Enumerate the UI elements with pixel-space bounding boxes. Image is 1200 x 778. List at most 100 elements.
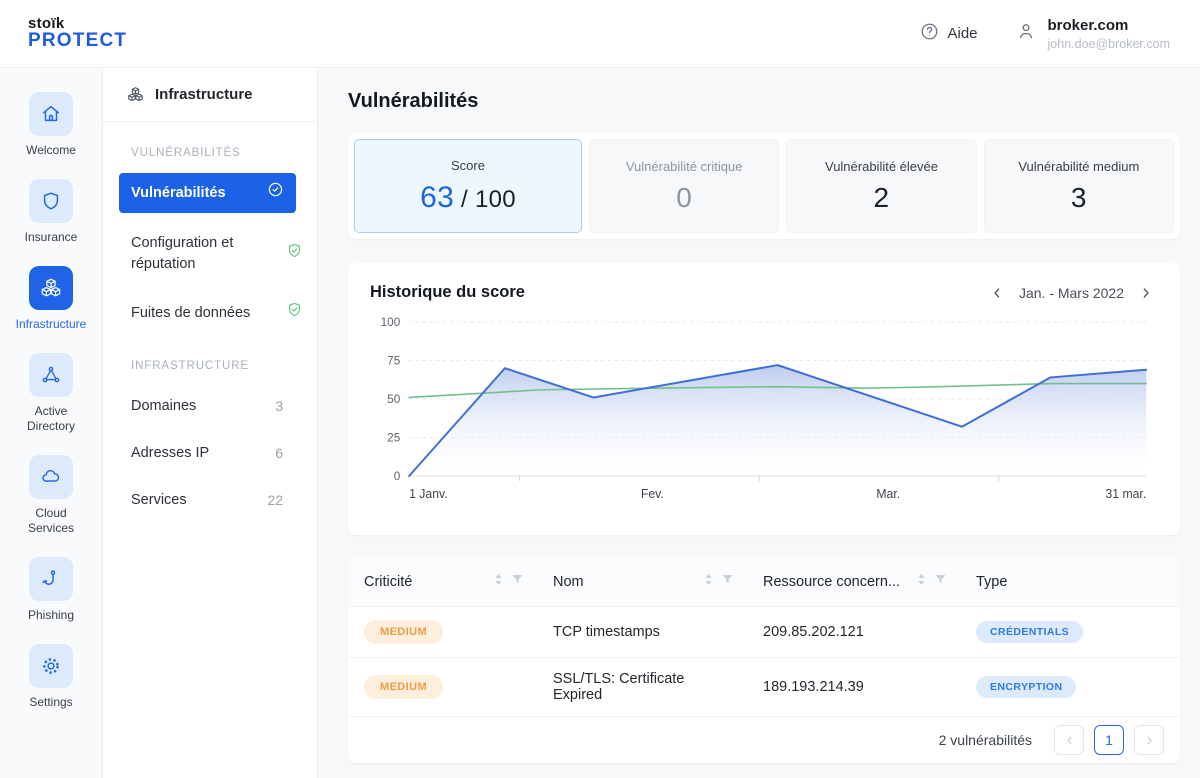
filter-icon[interactable] <box>720 572 735 591</box>
score-value: 63 <box>420 181 454 214</box>
vulnerabilities-table: Criticité Nom <box>348 557 1180 717</box>
column-header-ressource: Ressource concern... <box>763 574 900 590</box>
filter-icon[interactable] <box>510 572 525 591</box>
vulnerabilities-table-panel: Criticité Nom <box>348 557 1180 763</box>
chevron-right-icon[interactable] <box>1138 285 1154 301</box>
sidebar-item-configuration-reputation[interactable]: Configuration et réputation <box>103 223 317 285</box>
rail-item-welcome[interactable]: Welcome <box>5 92 97 158</box>
rail-item-insurance[interactable]: Insurance <box>5 179 97 245</box>
score-history-panel: Historique du score Jan. - Mars 2022 0 25… <box>348 263 1180 535</box>
help-button[interactable]: Aide <box>920 22 977 45</box>
sidebar-item-label: Domaines <box>131 396 196 417</box>
sidebar-item-adresses-ip[interactable]: Adresses IP 6 <box>103 433 317 474</box>
pagination-next-button[interactable] <box>1134 725 1164 755</box>
home-icon <box>29 92 73 136</box>
svg-text:1 Janv.: 1 Janv. <box>409 487 448 501</box>
stoik-protect-logo: stoïk PROTECT <box>28 16 127 52</box>
sidebar-header: Infrastructure <box>103 68 317 122</box>
medium-vuln-card[interactable]: Vulnérabilité medium 3 <box>984 139 1174 233</box>
pagination-page-1-button[interactable]: 1 <box>1094 725 1124 755</box>
account-email: john.doe@broker.com <box>1048 37 1170 51</box>
sort-icon[interactable] <box>492 572 505 591</box>
rail-label: Settings <box>29 695 72 710</box>
score-history-chart: 02550751001 Janv.Fev.Mar.31 mar. <box>364 308 1158 512</box>
shield-icon <box>29 179 73 223</box>
app-window: stoïk PROTECT Aide <box>0 0 1200 778</box>
sidebar-item-label: Vulnérabilités <box>131 183 226 204</box>
cubes-icon <box>127 86 144 103</box>
rail-item-active-directory[interactable]: Active Directory <box>5 353 97 434</box>
primary-nav-rail: Welcome Insurance Infr <box>0 68 103 778</box>
cubes-icon <box>29 266 73 310</box>
date-range-nav: Jan. - Mars 2022 <box>989 285 1154 301</box>
sidebar-item-label: Adresses IP <box>131 443 209 464</box>
sidebar-item-fuites-donnees[interactable]: Fuites de données <box>103 291 317 335</box>
section-heading-vulnerabilites: VULNÉRABILITÉS <box>103 122 317 173</box>
top-header: stoïk PROTECT Aide <box>0 0 1200 68</box>
table-row[interactable]: MEDIUM SSL/TLS: Certificate Expired 189.… <box>348 658 1180 717</box>
vuln-count-label: 2 vulnérabilités <box>939 732 1032 748</box>
user-icon <box>1016 21 1036 46</box>
sidebar-item-label: Fuites de données <box>131 303 250 324</box>
criticity-badge: MEDIUM <box>364 620 443 644</box>
table-row[interactable]: MEDIUM TCP timestamps 209.85.202.121 CRÉ… <box>348 607 1180 658</box>
account-menu[interactable]: broker.com john.doe@broker.com <box>1016 17 1170 51</box>
chart-title: Historique du score <box>370 283 525 302</box>
shield-check-green-icon <box>286 301 303 325</box>
card-value: 0 <box>676 182 692 214</box>
sidebar-item-services[interactable]: Services 22 <box>103 480 317 521</box>
sort-icon[interactable] <box>915 572 928 591</box>
sort-icon[interactable] <box>702 572 715 591</box>
svg-text:31 mar.: 31 mar. <box>1105 487 1146 501</box>
question-circle-icon <box>920 22 939 45</box>
card-label: Score <box>451 158 485 173</box>
vuln-name: SSL/TLS: Certificate Expired <box>553 658 763 717</box>
rail-item-infrastructure[interactable]: Infrastructure <box>5 266 97 332</box>
vuln-resource: 189.193.214.39 <box>763 658 976 717</box>
sidebar-item-label: Configuration et réputation <box>131 233 261 275</box>
score-suffix: / 100 <box>454 186 516 213</box>
column-header-type: Type <box>976 574 1007 590</box>
critical-vuln-card[interactable]: Vulnérabilité critique 0 <box>589 139 779 233</box>
rail-item-settings[interactable]: Settings <box>5 644 97 710</box>
rail-label: Welcome <box>26 143 76 158</box>
rail-item-cloud-services[interactable]: Cloud Services <box>5 455 97 536</box>
pagination-prev-button[interactable] <box>1054 725 1084 755</box>
high-vuln-card[interactable]: Vulnérabilité élevée 2 <box>786 139 976 233</box>
cloud-icon <box>29 455 73 499</box>
sidebar-item-label: Services <box>131 490 187 511</box>
rail-label: Infrastructure <box>16 317 87 332</box>
filter-icon[interactable] <box>933 572 948 591</box>
sidebar-title: Infrastructure <box>155 86 253 103</box>
score-card[interactable]: Score 63 / 100 <box>354 139 582 233</box>
triangle-network-icon <box>29 353 73 397</box>
column-header-nom: Nom <box>553 574 584 590</box>
rail-item-phishing[interactable]: Phishing <box>5 557 97 623</box>
shield-check-green-icon <box>286 242 303 266</box>
gear-icon <box>29 644 73 688</box>
type-badge: CRÉDENTIALS <box>976 621 1083 643</box>
card-label: Vulnérabilité élevée <box>825 159 938 174</box>
column-header-criticite: Criticité <box>364 574 412 590</box>
item-count: 22 <box>267 490 303 511</box>
date-range-label: Jan. - Mars 2022 <box>1019 285 1124 301</box>
rail-label: Active Directory <box>23 404 79 434</box>
infrastructure-sidebar: Infrastructure VULNÉRABILITÉS Vulnérabil… <box>103 68 318 778</box>
logo-protect: PROTECT <box>28 31 127 51</box>
svg-text:75: 75 <box>387 353 400 367</box>
svg-text:50: 50 <box>387 392 400 406</box>
item-count: 6 <box>275 443 303 464</box>
rail-label: Insurance <box>25 230 78 245</box>
sidebar-item-domaines[interactable]: Domaines 3 <box>103 386 317 427</box>
sidebar-item-vulnerabilites[interactable]: Vulnérabilités <box>119 173 296 213</box>
card-label: Vulnérabilité medium <box>1018 159 1139 174</box>
chevron-left-icon[interactable] <box>989 285 1005 301</box>
logo-stoik: stoïk <box>28 16 127 32</box>
main-content: Vulnérabilités Score 63 / 100 Vulnérabil… <box>318 68 1200 778</box>
rail-label: Cloud Services <box>25 506 77 536</box>
svg-text:0: 0 <box>394 469 401 483</box>
svg-text:25: 25 <box>387 430 400 444</box>
score-cards-panel: Score 63 / 100 Vulnérabilité critique 0 … <box>348 133 1180 239</box>
card-value: 2 <box>874 182 890 214</box>
rail-label: Phishing <box>28 608 74 623</box>
